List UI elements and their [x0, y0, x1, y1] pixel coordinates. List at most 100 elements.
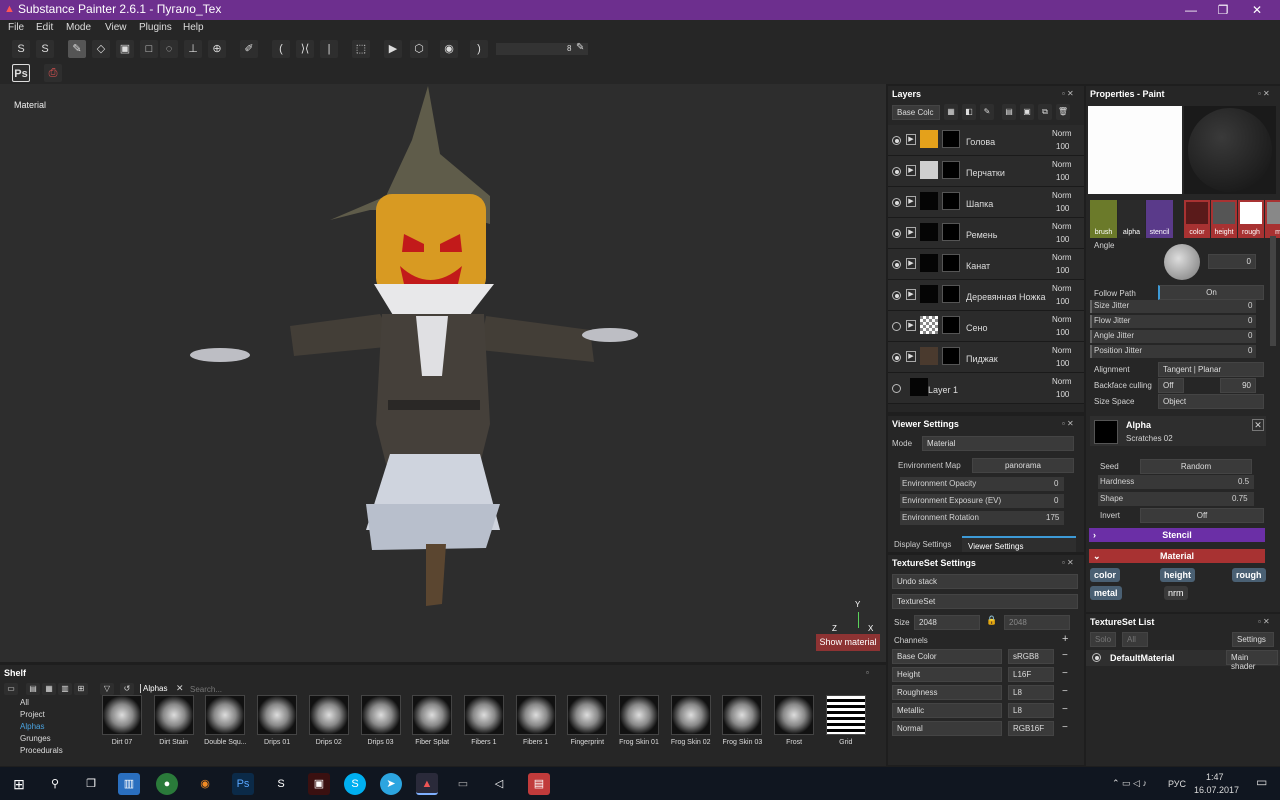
photoshop-export-icon[interactable]: Ps — [12, 64, 30, 82]
menu-file[interactable]: File — [8, 22, 24, 33]
remove-channel-icon[interactable]: − — [1062, 650, 1068, 661]
brush-tab-alpha[interactable]: alpha — [1118, 200, 1145, 238]
follow-path-toggle[interactable]: On — [1158, 285, 1264, 300]
edit-pencil-icon[interactable]: ✎ — [576, 42, 584, 53]
clock-time[interactable]: 1:47 — [1206, 772, 1224, 782]
env-rotation-slider[interactable]: Environment Rotation 175 — [900, 511, 1064, 525]
layer-blend-mode[interactable]: Norm — [1052, 191, 1072, 200]
lock-icon[interactable]: 🔒 — [986, 615, 997, 626]
smudge-icon[interactable]: ◌ — [160, 40, 178, 58]
tab-display-settings[interactable]: Display Settings — [894, 540, 951, 549]
jitter-slider[interactable]: Flow Jitter 0 — [1090, 315, 1256, 328]
tab-viewer-settings[interactable]: Viewer Settings — [962, 536, 1076, 552]
shelf-item-thumbnail[interactable] — [257, 695, 298, 735]
brush-size-slider[interactable] — [496, 43, 588, 55]
shader-select[interactable]: Main shader — [1226, 650, 1278, 671]
settings-button[interactable]: Settings — [1232, 632, 1274, 647]
eyedropper-icon[interactable]: ✐ — [240, 40, 258, 58]
layer-row[interactable]: ▶ Сено Norm 100 — [888, 311, 1084, 342]
telegram-icon[interactable]: ➤ — [380, 773, 402, 795]
size-space-select[interactable]: Object — [1158, 394, 1264, 409]
paint-brush-icon[interactable]: ✎ — [68, 40, 86, 58]
shelf-item-thumbnail[interactable] — [308, 695, 349, 735]
material-picker-icon[interactable]: ⊕ — [208, 40, 226, 58]
layer-opacity[interactable]: 100 — [1056, 297, 1069, 306]
symmetry-icon[interactable]: ( — [272, 40, 290, 58]
layer-row[interactable]: ▶ Ремень Norm 100 — [888, 218, 1084, 249]
layer-row[interactable]: ▶ Перчатки Norm 100 — [888, 156, 1084, 187]
layer-visibility-icon[interactable] — [892, 291, 901, 300]
polygon-fill-icon[interactable]: □ — [140, 40, 158, 58]
blender-icon[interactable]: ◉ — [194, 773, 216, 795]
substance-icon[interactable]: S — [12, 40, 30, 58]
size-select[interactable]: 2048 — [914, 615, 980, 630]
layer-visibility-icon[interactable] — [892, 384, 901, 393]
layer-row[interactable]: ▶ Шапка Norm 100 — [888, 187, 1084, 218]
angle-value[interactable]: 0 — [1208, 254, 1256, 269]
channel-select[interactable]: Base Colc — [892, 105, 940, 120]
substance-painter-icon[interactable]: ▲ — [416, 773, 438, 795]
add-fill-layer-icon[interactable]: ▦ — [944, 104, 958, 120]
add-layer-icon[interactable]: ▣ — [1020, 104, 1034, 120]
folder-toggle-icon[interactable]: ▶ — [906, 258, 916, 269]
shelf-category-all[interactable]: All — [20, 698, 29, 707]
search-icon[interactable]: ⚲ — [44, 773, 66, 795]
shelf-item-thumbnail[interactable] — [722, 695, 763, 735]
camera-icon[interactable]: ⬚ — [352, 40, 370, 58]
layer-opacity[interactable]: 100 — [1056, 359, 1069, 368]
material-metal-button[interactable]: metal — [1090, 586, 1122, 600]
layer-row[interactable]: ▶ Голова Norm 100 — [888, 125, 1084, 156]
shelf-import-icon[interactable]: ▦ — [42, 683, 56, 695]
channel-format-select[interactable]: sRGB8 — [1008, 649, 1054, 664]
layer-visibility-icon[interactable] — [892, 322, 901, 331]
textureset-visibility-icon[interactable] — [1092, 653, 1101, 662]
brush-tab-brush[interactable]: brush — [1090, 200, 1117, 238]
folder-toggle-icon[interactable]: ▶ — [906, 289, 916, 300]
shelf-item-thumbnail[interactable] — [153, 695, 194, 735]
alignment-select[interactable]: Tangent | Planar — [1158, 362, 1264, 377]
unity-icon[interactable]: ◁ — [488, 773, 510, 795]
folder-toggle-icon[interactable]: ▶ — [906, 320, 916, 331]
jitter-slider[interactable]: Position Jitter 0 — [1090, 345, 1256, 358]
mode-select[interactable]: Material — [922, 436, 1074, 451]
layer-visibility-icon[interactable] — [892, 198, 901, 207]
material-tab-m[interactable]: m — [1265, 200, 1280, 238]
env-opacity-slider[interactable]: Environment Opacity 0 — [900, 477, 1064, 491]
remove-channel-icon[interactable]: − — [1062, 668, 1068, 679]
hardness-slider[interactable]: Hardness 0.5 — [1098, 475, 1254, 489]
export-textures-icon[interactable]: ⎙ — [44, 64, 62, 82]
stencil-section[interactable]: › Stencil — [1089, 528, 1265, 542]
layer-blend-mode[interactable]: Norm — [1052, 377, 1072, 386]
layer-row[interactable]: Layer 1 Norm 100 — [888, 373, 1084, 404]
shelf-item-thumbnail[interactable] — [825, 695, 866, 735]
solo-button[interactable]: Solo — [1090, 632, 1116, 647]
channel-format-select[interactable]: RGB16F — [1008, 721, 1054, 736]
material-color-button[interactable]: color — [1090, 568, 1121, 582]
explorer-icon[interactable]: ▥ — [118, 773, 140, 795]
task-view-icon[interactable]: ❐ — [80, 773, 102, 795]
menu-plugins[interactable]: Plugins — [139, 22, 172, 33]
shelf-item-thumbnail[interactable] — [463, 695, 504, 735]
split-icon[interactable]: | — [320, 40, 338, 58]
shelf-item-thumbnail[interactable] — [205, 695, 246, 735]
layer-row[interactable]: ▶ Канат Norm 100 — [888, 249, 1084, 280]
add-mask-icon[interactable]: ◧ — [962, 104, 976, 120]
3d-viewport[interactable]: Material Y Z X Show material — [0, 84, 886, 662]
all-button[interactable]: All — [1122, 632, 1148, 647]
remove-channel-icon[interactable]: − — [1062, 686, 1068, 697]
channel-format-select[interactable]: L8 — [1008, 685, 1054, 700]
folder-toggle-icon[interactable]: ▶ — [906, 351, 916, 362]
shelf-folder-icon[interactable]: ▭ — [4, 683, 18, 695]
eraser-icon[interactable]: ◇ — [92, 40, 110, 58]
delete-layer-icon[interactable]: 🗑 — [1056, 104, 1070, 120]
skype-icon[interactable]: S — [344, 773, 366, 795]
substance-icon[interactable]: S — [270, 773, 292, 795]
layer-opacity[interactable]: 100 — [1056, 390, 1069, 399]
shelf-item-thumbnail[interactable] — [619, 695, 659, 735]
panel-float-icon[interactable]: ▫ ✕ — [1062, 558, 1074, 567]
remove-channel-icon[interactable]: − — [1062, 722, 1068, 733]
shelf-item-thumbnail[interactable] — [360, 695, 401, 735]
shelf-category-alphas[interactable]: Alphas — [20, 722, 44, 731]
shelf-item-thumbnail[interactable] — [670, 695, 711, 735]
layer-visibility-icon[interactable] — [892, 353, 901, 362]
